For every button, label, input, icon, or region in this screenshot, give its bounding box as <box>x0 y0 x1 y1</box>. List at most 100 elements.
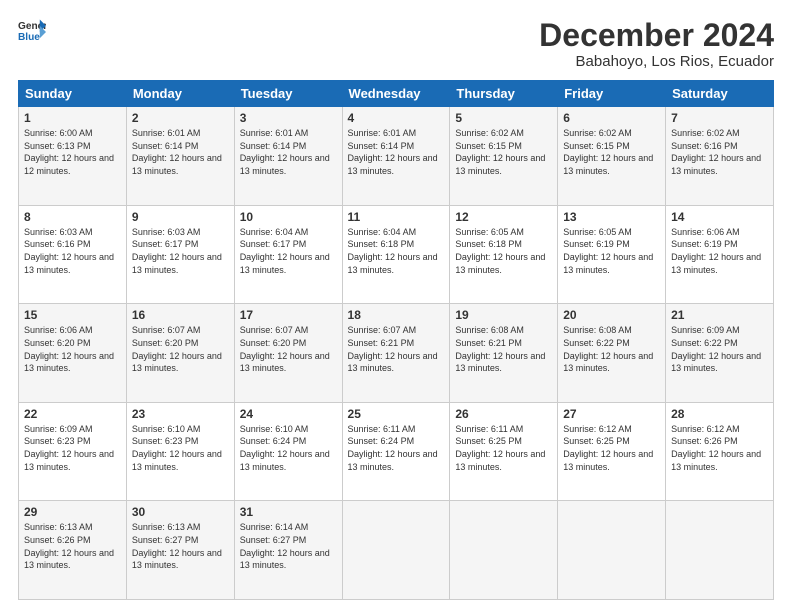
day-number: 8 <box>24 210 121 224</box>
day-info: Sunrise: 6:05 AM Sunset: 6:18 PM Dayligh… <box>455 226 552 276</box>
calendar-cell: 17 Sunrise: 6:07 AM Sunset: 6:20 PM Dayl… <box>234 304 342 403</box>
calendar-cell: 12 Sunrise: 6:05 AM Sunset: 6:18 PM Dayl… <box>450 205 558 304</box>
day-info: Sunrise: 6:01 AM Sunset: 6:14 PM Dayligh… <box>132 127 229 177</box>
day-header-sunday: Sunday <box>19 81 127 107</box>
subtitle: Babahoyo, Los Rios, Ecuador <box>539 53 774 70</box>
logo: General Blue <box>18 18 46 46</box>
calendar-cell: 23 Sunrise: 6:10 AM Sunset: 6:23 PM Dayl… <box>126 402 234 501</box>
calendar-cell: 2 Sunrise: 6:01 AM Sunset: 6:14 PM Dayli… <box>126 107 234 206</box>
day-number: 16 <box>132 308 229 322</box>
svg-text:Blue: Blue <box>18 32 40 43</box>
day-header-tuesday: Tuesday <box>234 81 342 107</box>
calendar-cell: 3 Sunrise: 6:01 AM Sunset: 6:14 PM Dayli… <box>234 107 342 206</box>
day-info: Sunrise: 6:10 AM Sunset: 6:24 PM Dayligh… <box>240 423 337 473</box>
day-info: Sunrise: 6:00 AM Sunset: 6:13 PM Dayligh… <box>24 127 121 177</box>
day-info: Sunrise: 6:12 AM Sunset: 6:25 PM Dayligh… <box>563 423 660 473</box>
month-title: December 2024 <box>539 18 774 53</box>
calendar-cell: 7 Sunrise: 6:02 AM Sunset: 6:16 PM Dayli… <box>666 107 774 206</box>
calendar-cell: 6 Sunrise: 6:02 AM Sunset: 6:15 PM Dayli… <box>558 107 666 206</box>
day-info: Sunrise: 6:05 AM Sunset: 6:19 PM Dayligh… <box>563 226 660 276</box>
day-info: Sunrise: 6:09 AM Sunset: 6:22 PM Dayligh… <box>671 324 768 374</box>
day-number: 20 <box>563 308 660 322</box>
day-number: 14 <box>671 210 768 224</box>
day-info: Sunrise: 6:01 AM Sunset: 6:14 PM Dayligh… <box>348 127 445 177</box>
day-number: 30 <box>132 505 229 519</box>
day-info: Sunrise: 6:13 AM Sunset: 6:26 PM Dayligh… <box>24 521 121 571</box>
calendar-cell: 15 Sunrise: 6:06 AM Sunset: 6:20 PM Dayl… <box>19 304 127 403</box>
day-number: 24 <box>240 407 337 421</box>
day-info: Sunrise: 6:04 AM Sunset: 6:18 PM Dayligh… <box>348 226 445 276</box>
day-number: 1 <box>24 111 121 125</box>
day-number: 2 <box>132 111 229 125</box>
day-info: Sunrise: 6:11 AM Sunset: 6:25 PM Dayligh… <box>455 423 552 473</box>
calendar-cell: 13 Sunrise: 6:05 AM Sunset: 6:19 PM Dayl… <box>558 205 666 304</box>
day-number: 9 <box>132 210 229 224</box>
day-info: Sunrise: 6:06 AM Sunset: 6:20 PM Dayligh… <box>24 324 121 374</box>
day-number: 22 <box>24 407 121 421</box>
calendar-cell: 1 Sunrise: 6:00 AM Sunset: 6:13 PM Dayli… <box>19 107 127 206</box>
calendar-cell: 5 Sunrise: 6:02 AM Sunset: 6:15 PM Dayli… <box>450 107 558 206</box>
day-info: Sunrise: 6:07 AM Sunset: 6:20 PM Dayligh… <box>240 324 337 374</box>
calendar-cell: 26 Sunrise: 6:11 AM Sunset: 6:25 PM Dayl… <box>450 402 558 501</box>
day-number: 5 <box>455 111 552 125</box>
calendar-cell: 30 Sunrise: 6:13 AM Sunset: 6:27 PM Dayl… <box>126 501 234 600</box>
calendar-cell <box>342 501 450 600</box>
calendar-cell: 20 Sunrise: 6:08 AM Sunset: 6:22 PM Dayl… <box>558 304 666 403</box>
day-header-saturday: Saturday <box>666 81 774 107</box>
calendar-cell <box>450 501 558 600</box>
day-info: Sunrise: 6:01 AM Sunset: 6:14 PM Dayligh… <box>240 127 337 177</box>
day-info: Sunrise: 6:13 AM Sunset: 6:27 PM Dayligh… <box>132 521 229 571</box>
calendar-cell: 19 Sunrise: 6:08 AM Sunset: 6:21 PM Dayl… <box>450 304 558 403</box>
day-info: Sunrise: 6:07 AM Sunset: 6:21 PM Dayligh… <box>348 324 445 374</box>
day-info: Sunrise: 6:06 AM Sunset: 6:19 PM Dayligh… <box>671 226 768 276</box>
calendar-cell: 4 Sunrise: 6:01 AM Sunset: 6:14 PM Dayli… <box>342 107 450 206</box>
calendar-cell: 9 Sunrise: 6:03 AM Sunset: 6:17 PM Dayli… <box>126 205 234 304</box>
calendar-cell: 10 Sunrise: 6:04 AM Sunset: 6:17 PM Dayl… <box>234 205 342 304</box>
day-info: Sunrise: 6:08 AM Sunset: 6:22 PM Dayligh… <box>563 324 660 374</box>
day-number: 19 <box>455 308 552 322</box>
calendar-cell: 14 Sunrise: 6:06 AM Sunset: 6:19 PM Dayl… <box>666 205 774 304</box>
day-number: 13 <box>563 210 660 224</box>
day-number: 7 <box>671 111 768 125</box>
day-number: 4 <box>348 111 445 125</box>
day-header-thursday: Thursday <box>450 81 558 107</box>
calendar-cell: 16 Sunrise: 6:07 AM Sunset: 6:20 PM Dayl… <box>126 304 234 403</box>
day-number: 10 <box>240 210 337 224</box>
calendar-cell: 28 Sunrise: 6:12 AM Sunset: 6:26 PM Dayl… <box>666 402 774 501</box>
calendar-cell: 21 Sunrise: 6:09 AM Sunset: 6:22 PM Dayl… <box>666 304 774 403</box>
day-info: Sunrise: 6:02 AM Sunset: 6:16 PM Dayligh… <box>671 127 768 177</box>
day-number: 31 <box>240 505 337 519</box>
day-header-friday: Friday <box>558 81 666 107</box>
day-info: Sunrise: 6:07 AM Sunset: 6:20 PM Dayligh… <box>132 324 229 374</box>
calendar-cell: 29 Sunrise: 6:13 AM Sunset: 6:26 PM Dayl… <box>19 501 127 600</box>
calendar: SundayMondayTuesdayWednesdayThursdayFrid… <box>18 80 774 600</box>
calendar-cell: 25 Sunrise: 6:11 AM Sunset: 6:24 PM Dayl… <box>342 402 450 501</box>
title-area: December 2024 Babahoyo, Los Rios, Ecuado… <box>539 18 774 70</box>
day-info: Sunrise: 6:03 AM Sunset: 6:17 PM Dayligh… <box>132 226 229 276</box>
calendar-cell: 11 Sunrise: 6:04 AM Sunset: 6:18 PM Dayl… <box>342 205 450 304</box>
calendar-cell: 31 Sunrise: 6:14 AM Sunset: 6:27 PM Dayl… <box>234 501 342 600</box>
day-number: 11 <box>348 210 445 224</box>
day-number: 17 <box>240 308 337 322</box>
calendar-cell: 18 Sunrise: 6:07 AM Sunset: 6:21 PM Dayl… <box>342 304 450 403</box>
day-info: Sunrise: 6:09 AM Sunset: 6:23 PM Dayligh… <box>24 423 121 473</box>
day-header-monday: Monday <box>126 81 234 107</box>
day-info: Sunrise: 6:12 AM Sunset: 6:26 PM Dayligh… <box>671 423 768 473</box>
calendar-cell: 8 Sunrise: 6:03 AM Sunset: 6:16 PM Dayli… <box>19 205 127 304</box>
day-number: 29 <box>24 505 121 519</box>
day-number: 12 <box>455 210 552 224</box>
day-info: Sunrise: 6:02 AM Sunset: 6:15 PM Dayligh… <box>563 127 660 177</box>
day-info: Sunrise: 6:14 AM Sunset: 6:27 PM Dayligh… <box>240 521 337 571</box>
calendar-cell: 22 Sunrise: 6:09 AM Sunset: 6:23 PM Dayl… <box>19 402 127 501</box>
day-header-wednesday: Wednesday <box>342 81 450 107</box>
day-info: Sunrise: 6:11 AM Sunset: 6:24 PM Dayligh… <box>348 423 445 473</box>
day-number: 26 <box>455 407 552 421</box>
logo-icon: General Blue <box>18 18 46 46</box>
day-number: 25 <box>348 407 445 421</box>
calendar-cell <box>558 501 666 600</box>
day-number: 3 <box>240 111 337 125</box>
day-number: 28 <box>671 407 768 421</box>
day-info: Sunrise: 6:10 AM Sunset: 6:23 PM Dayligh… <box>132 423 229 473</box>
day-number: 6 <box>563 111 660 125</box>
calendar-cell: 27 Sunrise: 6:12 AM Sunset: 6:25 PM Dayl… <box>558 402 666 501</box>
